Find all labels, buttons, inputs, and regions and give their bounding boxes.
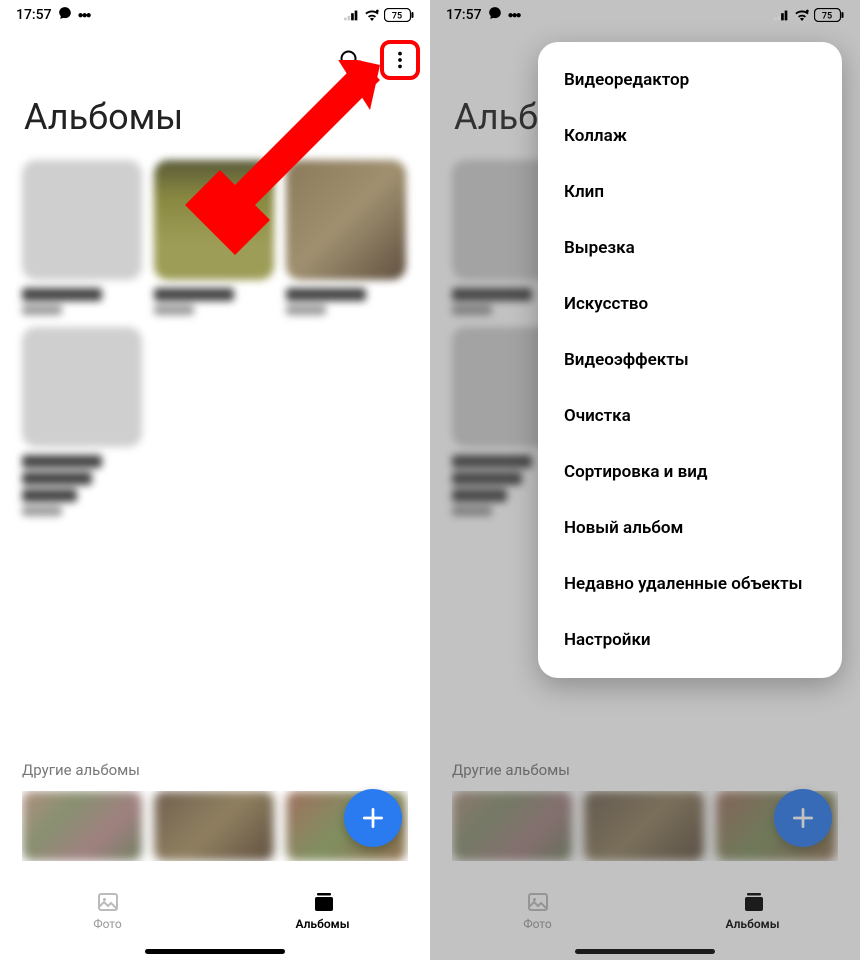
plus-icon [360,805,386,831]
status-bar: 17:57 ●●● 75 [430,0,860,30]
search-icon [338,48,362,72]
chat-icon [488,6,502,24]
nav-albums-label: Альбомы [725,917,779,931]
home-indicator[interactable] [575,949,715,954]
nav-photo[interactable]: Фото [0,871,215,949]
action-bar [0,30,430,90]
wifi-icon [364,9,380,21]
status-more-icon: ●●● [78,10,90,21]
svg-text:75: 75 [822,12,832,22]
wifi-icon [794,9,810,21]
nav-photo-label: Фото [523,917,551,931]
status-time: 17:57 [446,7,482,23]
screen-left: 17:57 ●●● 75 [0,0,430,960]
album-thumbnail [154,160,274,280]
nav-albums-label: Альбомы [295,917,349,931]
menu-collage[interactable]: Коллаж [538,108,842,164]
menu-video-editor[interactable]: Видеоредактор [538,52,842,108]
album-thumbnail [22,160,142,280]
home-indicator[interactable] [145,949,285,954]
menu-new-album[interactable]: Новый альбом [538,500,842,556]
search-button[interactable] [330,40,370,80]
nav-photo[interactable]: Фото [430,871,645,949]
album-item[interactable] [22,327,142,516]
more-vert-icon [389,49,411,71]
other-album-thumb[interactable] [22,791,142,861]
album-caption [154,288,274,315]
album-grid [0,160,430,516]
page-title: Альбомы [0,90,430,160]
album-item[interactable] [286,160,406,315]
other-album-thumb[interactable] [584,791,704,861]
menu-video-effects[interactable]: Видеоэффекты [538,332,842,388]
album-thumbnail [22,327,142,447]
battery-icon: 75 [384,8,414,22]
nav-albums[interactable]: Альбомы [215,871,430,949]
album-caption [286,288,406,315]
add-album-fab[interactable] [344,789,402,847]
menu-settings[interactable]: Настройки [538,612,842,668]
menu-cleanup[interactable]: Очистка [538,388,842,444]
more-options-button[interactable] [380,40,420,80]
other-album-thumb[interactable] [452,791,572,861]
menu-cutout[interactable]: Вырезка [538,220,842,276]
photo-icon [526,890,550,914]
status-bar: 17:57 ●●● 75 [0,0,430,30]
status-more-icon: ●●● [508,10,520,21]
add-album-fab[interactable] [774,789,832,847]
menu-recently-deleted[interactable]: Недавно удаленные объекты [538,556,842,612]
bottom-nav: Фото Альбомы [430,871,860,949]
photo-icon [96,890,120,914]
album-thumbnail [286,160,406,280]
menu-clip[interactable]: Клип [538,164,842,220]
plus-icon [790,805,816,831]
bottom-nav: Фото Альбомы [0,871,430,949]
status-time: 17:57 [16,7,52,23]
menu-sort-view[interactable]: Сортировка и вид [538,444,842,500]
nav-photo-label: Фото [93,917,121,931]
overflow-menu: Видеоредактор Коллаж Клип Вырезка Искусс… [538,42,842,678]
chat-icon [58,6,72,24]
svg-text:75: 75 [392,12,402,22]
album-item[interactable] [154,160,274,315]
album-item[interactable] [22,160,142,315]
albums-icon [741,890,765,914]
signal-icon [774,9,790,21]
album-caption [22,288,142,315]
menu-art[interactable]: Искусство [538,276,842,332]
other-albums-title: Другие альбомы [22,761,408,779]
albums-icon [311,890,335,914]
other-albums-title: Другие альбомы [452,761,838,779]
other-album-thumb[interactable] [154,791,274,861]
album-caption [22,455,142,516]
screen-right: 17:57 ●●● 75 Альбомы [430,0,860,960]
signal-icon [344,9,360,21]
nav-albums[interactable]: Альбомы [645,871,860,949]
battery-icon: 75 [814,8,844,22]
